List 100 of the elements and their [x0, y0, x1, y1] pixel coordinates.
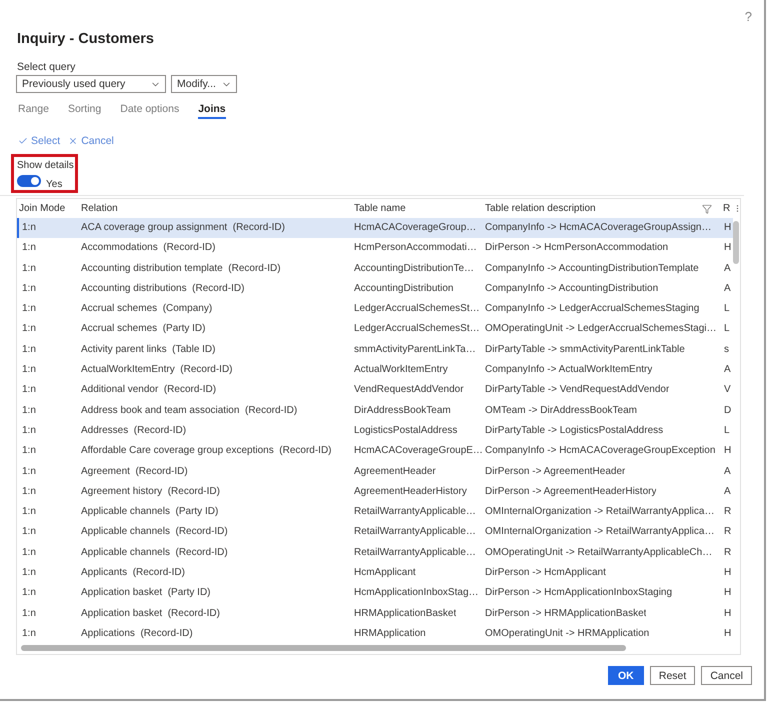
table-row[interactable]: 1:n Agreement (Record-ID) AgreementHeader DirPerson -> AgreementHeader A [17, 462, 733, 482]
table-cell-text: L [723, 302, 730, 316]
tab[interactable]: Range [18, 101, 49, 119]
table-cell-text: HcmApplicant [353, 566, 416, 580]
table-cell-text: H [723, 444, 732, 458]
table-cell-text: H [723, 626, 732, 641]
table-cell-text: A [723, 262, 731, 276]
scrollbar-thumb[interactable] [21, 645, 626, 651]
table-row[interactable]: 1:n Affordable Care coverage group exceptions (Record-ID) HcmACACoverageGroupE… CompanyInfo -> HcmACACoverageGroupException H [17, 441, 733, 462]
ok-button[interactable]: OK [608, 666, 644, 685]
table-cell-text: H [723, 241, 732, 256]
table-cell-text: A [723, 363, 731, 378]
table-cell-text: Accommodations (Record-ID) [80, 241, 216, 256]
x-icon [68, 136, 78, 146]
table-row[interactable]: 1:n Accounting distributions (Record-ID) AccountingDistribution CompanyInfo -> AccountingDistribution A [17, 278, 733, 300]
tab[interactable]: Sorting [68, 101, 102, 119]
table-cell-text: Applicable channels (Record-ID) [80, 546, 228, 560]
table-cell-text: LedgerAccrualSchemesSt… [353, 302, 480, 316]
table-row[interactable]: 1:n Accrual schemes (Company) LedgerAccrualSchemesSt… CompanyInfo -> LedgerAccrualSchemesStaging L [17, 299, 733, 320]
table-row[interactable]: 1:n ACA coverage group assignment (Record-ID) HcmACACoverageGroup… CompanyInfo -> HcmACACoverageGroupAssign… H [17, 218, 733, 238]
table-cell-text: ActualWorkItemEntry [353, 363, 448, 378]
table-cell-text: 1:n [21, 241, 36, 256]
table-cell-text: Applicable channels (Record-ID) [80, 525, 228, 540]
tab[interactable]: Date options [120, 101, 180, 119]
column-header[interactable]: Join Mode [17, 199, 77, 218]
table-cell-text: DirPerson -> AgreementHeader [484, 464, 626, 479]
column-header[interactable]: Table name [350, 199, 481, 218]
table-cell-text: Applicable channels (Party ID) [80, 505, 218, 520]
modify-button[interactable]: Modify... [171, 75, 237, 93]
table-cell-text: 1:n [21, 586, 36, 600]
table-row[interactable]: 1:n Additional vendor (Record-ID) VendRequestAddVendor DirPartyTable -> VendRequestAddVendor V [17, 380, 733, 401]
toggle-value: Yes [46, 179, 62, 190]
table-cell-text: L [723, 424, 730, 438]
table-cell-text: HcmApplicationInboxStag… [353, 586, 479, 600]
table-row[interactable]: 1:n ActualWorkItemEntry (Record-ID) ActualWorkItemEntry CompanyInfo -> ActualWorkItemEntry A [17, 360, 733, 380]
table-row[interactable]: 1:n Applicable channels (Party ID) RetailWarrantyApplicable… OMInternalOrganization -> RetailWarrantyApplica… R [17, 502, 733, 522]
table-row[interactable]: 1:n Accrual schemes (Party ID) LedgerAccrualSchemesSt… OMOperatingUnit -> LedgerAccrualSchemesStagi… L [17, 319, 733, 340]
column-header[interactable]: Table relation description [481, 199, 719, 218]
table-row[interactable]: 1:n Activity parent links (Table ID) smmActivityParentLinkTa… DirPartyTable -> smmActivityParentLinkTable s [17, 340, 733, 360]
table-cell-text: AccountingDistribution [353, 282, 454, 296]
table-cell-text: DirPartyTable -> smmActivityParentLinkTable [484, 342, 685, 357]
table-cell-text: Agreement history (Record-ID) [80, 484, 220, 499]
table-cell-text: Accrual schemes (Company) [80, 302, 212, 316]
table-cell-text: 1:n [21, 262, 36, 276]
table-cell-text: HRMApplication [353, 626, 426, 641]
table-row[interactable]: 1:n Applications (Record-ID) HRMApplication OMOperatingUnit -> HRMApplication H [17, 624, 733, 644]
field-label: Select query [17, 61, 76, 73]
table-row[interactable]: 1:n Applicable channels (Record-ID) RetailWarrantyApplicable… OMOperatingUnit -> RetailWarrantyApplicableCh… R [17, 542, 733, 564]
table-cell-text: R [723, 525, 732, 540]
column-header[interactable]: Relation [77, 199, 350, 218]
table-cell-text: Application basket (Party ID) [80, 586, 210, 600]
table-row[interactable]: 1:n Addresses (Record-ID) LogisticsPostalAddress DirPartyTable -> LogisticsPostalAddress L [17, 420, 733, 442]
table-row[interactable]: 1:n Application basket (Record-ID) HRMApplicationBasket DirPerson -> HRMApplicationBasket H [17, 604, 733, 624]
dialog-button[interactable]: Reset [650, 666, 696, 685]
table-cell-text: HRMApplicationBasket [353, 606, 456, 621]
table-cell-text: LedgerAccrualSchemesSt… [353, 322, 480, 336]
toggle-switch[interactable] [17, 175, 41, 187]
table-row[interactable]: 1:n Accommodations (Record-ID) HcmPersonAccommodati… DirPerson -> HcmPersonAccommodation H [17, 238, 733, 259]
table-cell-text: smmActivityParentLinkTa… [353, 342, 476, 357]
dialog-button[interactable]: Cancel [701, 666, 752, 685]
column-header[interactable]: R [719, 199, 733, 218]
query-dropdown[interactable]: Previously used query [16, 75, 166, 93]
table-cell-text: A [723, 464, 731, 479]
table-cell-text: Applications (Record-ID) [80, 626, 193, 641]
table-cell-text: Accounting distribution template (Record-ID) [80, 262, 281, 276]
table-cell-text: Accrual schemes (Party ID) [80, 322, 206, 336]
table-cell-text: DirAddressBookTeam [353, 404, 451, 418]
tab[interactable]: Joins [198, 101, 226, 119]
table-cell-text: ActualWorkItemEntry (Record-ID) [80, 363, 233, 378]
table-cell-text: CompanyInfo -> HcmACACoverageGroupException [484, 444, 716, 458]
table-cell-text: 1:n [21, 464, 36, 479]
table-cell-text: 1:n [21, 606, 36, 621]
table-cell-text: CompanyInfo -> LedgerAccrualSchemesStaging [484, 302, 700, 316]
table-cell-text: 1:n [21, 444, 36, 458]
table-row[interactable]: 1:n Applicants (Record-ID) HcmApplicant DirPerson -> HcmApplicant H [17, 563, 733, 584]
table-row[interactable]: 1:n Application basket (Party ID) HcmApplicationInboxStag… DirPerson -> HcmApplicationInboxStaging H [17, 583, 733, 604]
table-cell-text: 1:n [21, 363, 36, 378]
table-cell-text: 1:n [21, 383, 36, 398]
scrollbar-thumb[interactable] [733, 221, 739, 264]
cancel-button[interactable]: Cancel [68, 134, 114, 148]
table-cell-text: Application basket (Record-ID) [80, 606, 220, 621]
table-row[interactable]: 1:n Accounting distribution template (Record-ID) AccountingDistributionTe… CompanyInfo -> AccountingDistributionTemplate A [17, 258, 733, 279]
table-cell-text: Additional vendor (Record-ID) [80, 383, 216, 398]
table-row[interactable]: 1:n Agreement history (Record-ID) AgreementHeaderHistory DirPerson -> AgreementHeaderHistory A [17, 482, 733, 502]
select-button[interactable]: Select [18, 134, 60, 148]
table-cell-text: DirPerson -> AgreementHeaderHistory [484, 484, 656, 499]
table-row[interactable]: 1:n Applicable channels (Record-ID) RetailWarrantyApplicable… OMInternalOrganization -> RetailWarrantyApplica… R [17, 522, 733, 543]
table-cell-text: ACA coverage group assignment (Record-ID) [80, 221, 285, 235]
table-cell-text: 1:n [21, 505, 36, 520]
table-cell-text: CompanyInfo -> AccountingDistributionTemplate [484, 262, 699, 276]
table-cell-text: OMInternalOrganization -> RetailWarrantyApplica… [484, 525, 714, 540]
table-row[interactable]: 1:n Address book and team association (Record-ID) DirAddressBookTeam OMTeam -> DirAddressBookTeam D [17, 400, 733, 421]
dialog-title: Inquiry - Customers [17, 30, 155, 48]
table-cell-text: AccountingDistributionTe… [353, 262, 474, 276]
table-cell-text: OMTeam -> DirAddressBookTeam [484, 404, 637, 418]
table-cell-text: 1:n [21, 282, 36, 296]
table-cell-text: DirPartyTable -> LogisticsPostalAddress [484, 424, 664, 438]
filter-icon [702, 204, 712, 214]
table-cell-text: H [723, 566, 732, 580]
checkmark-icon [18, 136, 28, 146]
